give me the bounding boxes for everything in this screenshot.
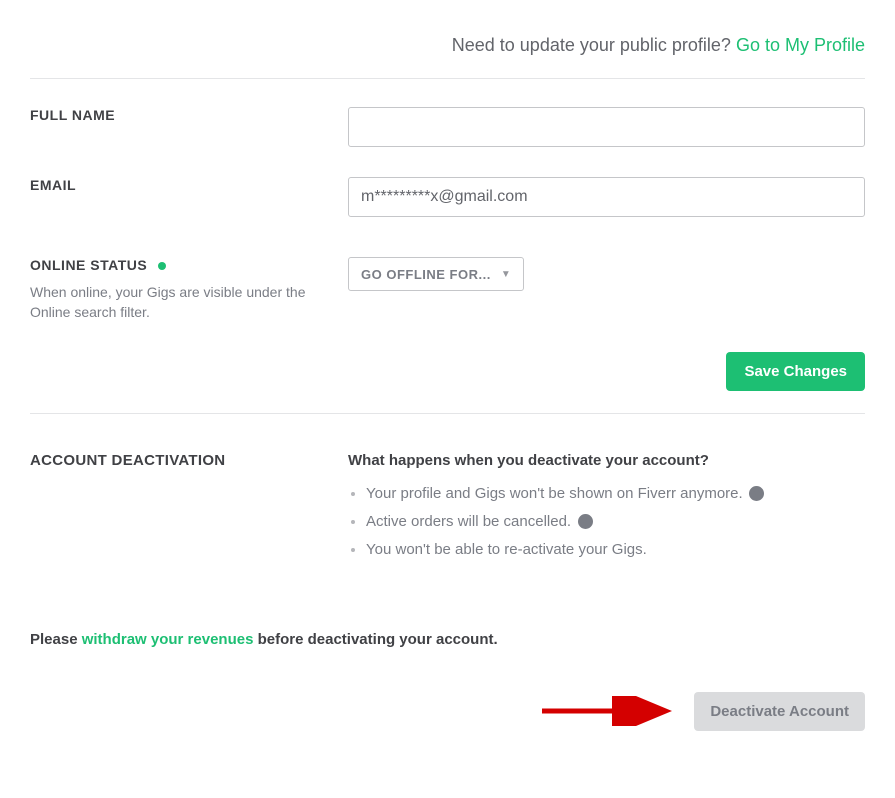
deactivation-bullets: Your profile and Gigs won't be shown on … xyxy=(348,485,865,559)
online-status-label: ONLINE STATUS xyxy=(30,257,147,273)
save-changes-button[interactable]: Save Changes xyxy=(726,352,865,391)
withdraw-notice: Please withdraw your revenues before dea… xyxy=(30,629,865,652)
withdraw-prefix: Please xyxy=(30,631,82,648)
list-item: Your profile and Gigs won't be shown on … xyxy=(366,485,865,503)
bullet-text: You won't be able to re-activate your Gi… xyxy=(366,541,647,558)
online-status-description: When online, your Gigs are visible under… xyxy=(30,283,310,322)
bullet-text: Active orders will be cancelled. xyxy=(366,513,571,530)
full-name-input[interactable] xyxy=(348,107,865,147)
list-item: You won't be able to re-activate your Gi… xyxy=(366,541,865,559)
header-profile-prompt: Need to update your public profile? Go t… xyxy=(30,35,865,56)
online-indicator-icon xyxy=(158,262,166,270)
full-name-label: FULL NAME xyxy=(30,107,348,123)
email-label: EMAIL xyxy=(30,177,348,193)
go-offline-select[interactable]: GO OFFLINE FOR... ▼ xyxy=(348,257,524,291)
help-icon[interactable]: ? xyxy=(578,514,593,529)
go-offline-select-label: GO OFFLINE FOR... xyxy=(361,267,491,282)
bullet-text: Your profile and Gigs won't be shown on … xyxy=(366,485,743,502)
withdraw-suffix: before deactivating your account. xyxy=(253,631,497,648)
help-icon[interactable]: ? xyxy=(749,486,764,501)
deactivation-subtitle: What happens when you deactivate your ac… xyxy=(348,452,865,469)
go-to-profile-link[interactable]: Go to My Profile xyxy=(736,35,865,55)
header-prompt-text: Need to update your public profile? xyxy=(452,35,731,55)
withdraw-revenues-link[interactable]: withdraw your revenues xyxy=(82,631,254,648)
list-item: Active orders will be cancelled. ? xyxy=(366,513,865,531)
chevron-down-icon: ▼ xyxy=(501,269,511,280)
deactivate-account-button[interactable]: Deactivate Account xyxy=(694,692,865,731)
email-input[interactable] xyxy=(348,177,865,217)
annotation-arrow-icon xyxy=(540,696,680,726)
account-deactivation-heading: ACCOUNT DEACTIVATION xyxy=(30,452,348,469)
